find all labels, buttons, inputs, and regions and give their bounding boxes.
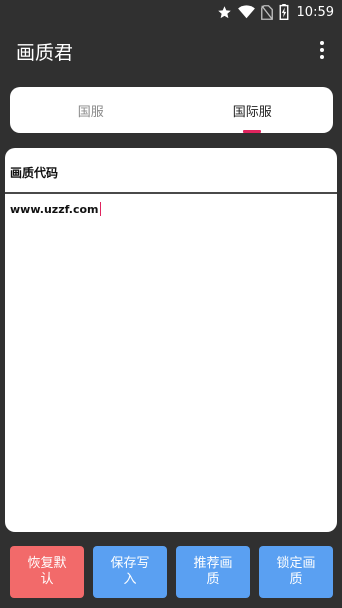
battery-charging-icon bbox=[279, 4, 289, 20]
no-sim-icon bbox=[260, 4, 273, 20]
recommend-quality-button[interactable]: 推荐画质 bbox=[176, 546, 250, 598]
server-tabs: 国服 国际服 bbox=[10, 87, 333, 133]
section-label: 画质代码 bbox=[10, 166, 59, 180]
overflow-menu-icon[interactable] bbox=[312, 38, 332, 62]
app-title: 画质君 bbox=[16, 42, 74, 64]
code-input[interactable]: www.uzzf.com bbox=[10, 202, 101, 216]
star-icon bbox=[217, 5, 232, 20]
status-icons: 10:59 bbox=[217, 3, 334, 21]
tab-label: 国服 bbox=[77, 104, 104, 120]
tab-cn-server[interactable]: 国服 bbox=[10, 87, 172, 133]
wifi-icon bbox=[237, 5, 255, 19]
restore-default-button[interactable]: 恢复默认 bbox=[10, 546, 84, 598]
tab-label: 国际服 bbox=[232, 104, 272, 120]
active-tab-indicator bbox=[243, 130, 262, 133]
status-bar: 10:59 bbox=[0, 0, 342, 24]
text-cursor bbox=[99, 202, 101, 216]
code-panel: 画质代码 www.uzzf.com bbox=[5, 148, 337, 532]
code-value: www.uzzf.com bbox=[10, 202, 99, 216]
tab-global-server[interactable]: 国际服 bbox=[172, 87, 334, 133]
app-bar: 画质君 bbox=[0, 24, 342, 76]
save-write-button[interactable]: 保存写入 bbox=[93, 546, 167, 598]
action-buttons: 恢复默认 保存写入 推荐画质 锁定画质 bbox=[0, 546, 342, 598]
lock-quality-button[interactable]: 锁定画质 bbox=[259, 546, 333, 598]
divider bbox=[5, 192, 337, 194]
status-time: 10:59 bbox=[296, 4, 334, 20]
